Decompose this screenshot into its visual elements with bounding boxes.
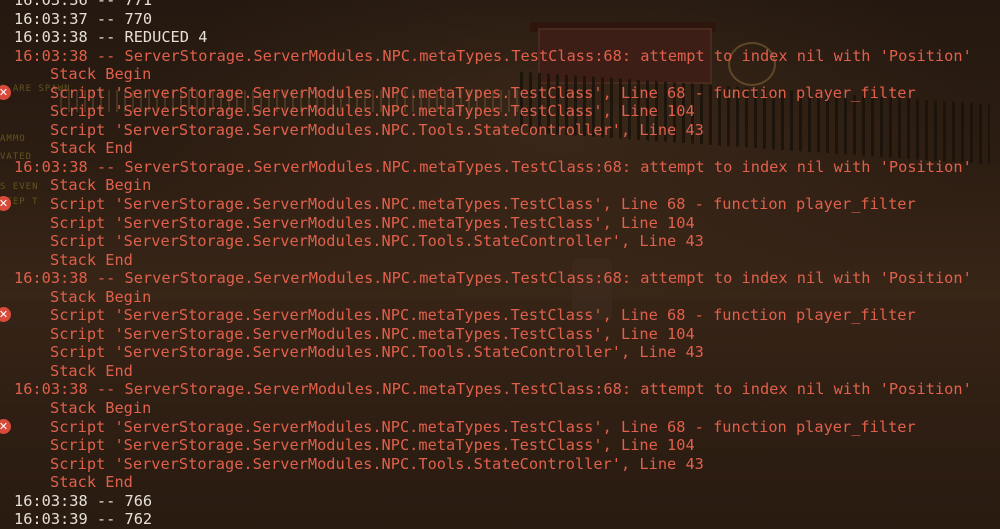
output-error-line[interactable]: Script 'ServerStorage.ServerModules.NPC.…: [0, 84, 1000, 103]
output-error-line[interactable]: Script 'ServerStorage.ServerModules.NPC.…: [0, 436, 1000, 455]
output-error-line[interactable]: Stack End: [0, 251, 1000, 270]
output-line-text: Script 'ServerStorage.ServerModules.NPC.…: [50, 454, 704, 473]
output-info-line[interactable]: 16:03:38 -- 766: [0, 492, 1000, 511]
output-error-line[interactable]: 16:03:38 -- ServerStorage.ServerModules.…: [0, 269, 1000, 288]
output-console[interactable]: 16:03:36 -- 771 16:03:37 -- 770 16:03:38 -…: [0, 0, 1000, 529]
output-info-line[interactable]: 16:03:37 -- 770: [0, 10, 1000, 29]
output-line-text: Stack Begin: [50, 65, 152, 84]
output-info-line[interactable]: 16:03:36 -- 771: [0, 0, 1000, 10]
output-error-line[interactable]: Stack End: [0, 139, 1000, 158]
output-error-line[interactable]: Script 'ServerStorage.ServerModules.NPC.…: [0, 455, 1000, 474]
output-info-line[interactable]: 16:03:38 -- REDUCED 4: [0, 28, 1000, 47]
output-error-line[interactable]: Script 'ServerStorage.ServerModules.NPC.…: [0, 418, 1000, 437]
output-error-line[interactable]: 16:03:38 -- ServerStorage.ServerModules.…: [0, 380, 1000, 399]
output-line-text: 16:03:38 -- REDUCED 4: [14, 28, 208, 47]
output-line-text: 16:03:38 -- ServerStorage.ServerModules.…: [14, 157, 972, 176]
output-line-text: 16:03:38 -- ServerStorage.ServerModules.…: [14, 380, 972, 399]
output-error-line[interactable]: Script 'ServerStorage.ServerModules.NPC.…: [0, 195, 1000, 214]
output-error-line[interactable]: Stack Begin: [0, 399, 1000, 418]
output-line-text: Stack End: [50, 250, 133, 269]
output-error-line[interactable]: Script 'ServerStorage.ServerModules.NPC.…: [0, 121, 1000, 140]
output-error-line[interactable]: Script 'ServerStorage.ServerModules.NPC.…: [0, 343, 1000, 362]
output-line-text: 16:03:38 -- 766: [14, 491, 153, 510]
output-error-line[interactable]: Script 'ServerStorage.ServerModules.NPC.…: [0, 102, 1000, 121]
output-error-line[interactable]: Stack Begin: [0, 288, 1000, 307]
output-line-text: Stack End: [50, 473, 133, 492]
output-line-text: Script 'ServerStorage.ServerModules.NPC.…: [50, 306, 916, 325]
output-line-text: Script 'ServerStorage.ServerModules.NPC.…: [50, 195, 916, 214]
output-line-text: 16:03:39 -- 762: [14, 510, 153, 529]
output-error-line[interactable]: Stack Begin: [0, 176, 1000, 195]
output-line-text: Stack End: [50, 361, 133, 380]
output-line-text: Stack Begin: [50, 287, 152, 306]
output-line-text: Script 'ServerStorage.ServerModules.NPC.…: [50, 417, 916, 436]
error-x-icon: ✕: [0, 84, 11, 100]
error-x-icon: ✕: [0, 418, 11, 434]
output-error-line[interactable]: Stack End: [0, 473, 1000, 492]
output-error-line[interactable]: Script 'ServerStorage.ServerModules.NPC.…: [0, 306, 1000, 325]
output-line-text: Script 'ServerStorage.ServerModules.NPC.…: [50, 102, 695, 121]
output-line-text: Script 'ServerStorage.ServerModules.NPC.…: [50, 120, 704, 139]
output-info-line[interactable]: 16:03:39 -- 762: [0, 510, 1000, 529]
output-line-text: Stack Begin: [50, 399, 152, 418]
output-line-text: Script 'ServerStorage.ServerModules.NPC.…: [50, 213, 695, 232]
output-line-text: 16:03:38 -- ServerStorage.ServerModules.…: [14, 269, 972, 288]
error-x-icon: ✕: [0, 307, 11, 323]
output-error-line[interactable]: Stack End: [0, 362, 1000, 381]
output-line-text: Stack End: [50, 139, 133, 158]
output-line-text: Script 'ServerStorage.ServerModules.NPC.…: [50, 324, 695, 343]
output-line-text: 16:03:37 -- 770: [14, 9, 153, 28]
output-error-line[interactable]: Stack Begin: [0, 65, 1000, 84]
output-line-text: Stack Begin: [50, 176, 152, 195]
output-error-line[interactable]: 16:03:38 -- ServerStorage.ServerModules.…: [0, 158, 1000, 177]
output-error-line[interactable]: Script 'ServerStorage.ServerModules.NPC.…: [0, 325, 1000, 344]
output-line-text: Script 'ServerStorage.ServerModules.NPC.…: [50, 343, 704, 362]
output-line-text: Script 'ServerStorage.ServerModules.NPC.…: [50, 436, 695, 455]
error-x-icon: ✕: [0, 196, 11, 212]
output-error-line[interactable]: Script 'ServerStorage.ServerModules.NPC.…: [0, 214, 1000, 233]
output-error-line[interactable]: Script 'ServerStorage.ServerModules.NPC.…: [0, 232, 1000, 251]
output-line-text: Script 'ServerStorage.ServerModules.NPC.…: [50, 232, 704, 251]
output-line-text: 16:03:36 -- 771: [14, 0, 153, 9]
output-error-line[interactable]: 16:03:38 -- ServerStorage.ServerModules.…: [0, 47, 1000, 66]
output-line-text: Script 'ServerStorage.ServerModules.NPC.…: [50, 83, 916, 102]
output-line-text: 16:03:38 -- ServerStorage.ServerModules.…: [14, 46, 972, 65]
